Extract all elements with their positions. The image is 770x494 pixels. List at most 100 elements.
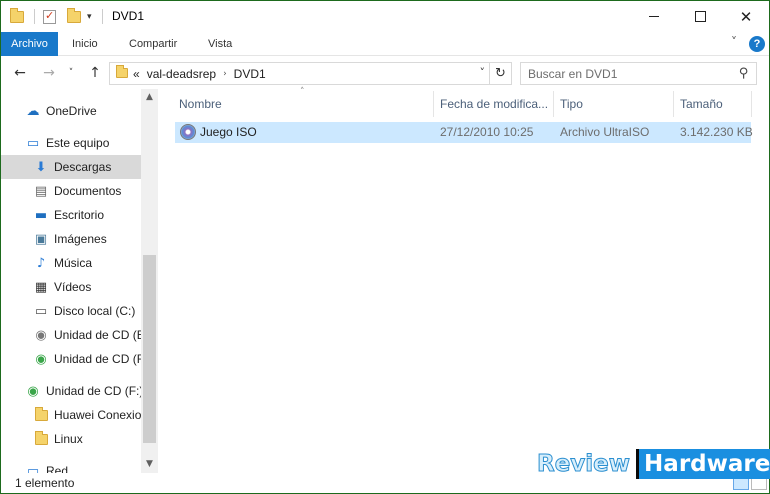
properties-icon[interactable] (43, 8, 56, 26)
sidebar-item-descargas[interactable]: ⬇ Descargas (1, 155, 141, 179)
tab-vista[interactable]: Vista (198, 32, 242, 56)
sidebar-item-cd-e[interactable]: ◉ Unidad de CD (E (1, 323, 141, 347)
search-icon[interactable]: ⚲ (739, 66, 749, 81)
address-dropdown-icon[interactable]: ˅ (480, 66, 486, 79)
watermark-hardware: Hardware (636, 449, 770, 479)
sidebar-item-imagenes[interactable]: ▣ Imágenes (1, 227, 141, 251)
expand-ribbon-icon[interactable]: ˅ (731, 35, 737, 49)
table-row[interactable]: Juego ISO 27/12/2010 10:25 Archivo Ultra… (175, 122, 753, 143)
column-header-date[interactable]: Fecha de modifica... (434, 89, 552, 119)
sidebar-item-linux[interactable]: Linux (1, 427, 141, 451)
file-list: Nombre ˄ Fecha de modifica... Tipo Tamañ… (167, 87, 769, 473)
customize-quick-access-icon[interactable]: ▾ (87, 8, 92, 26)
downloads-icon: ⬇ (35, 159, 47, 175)
sidebar-item-label: Documentos (54, 184, 122, 198)
sidebar-item-label: Imágenes (54, 232, 107, 246)
address-bar[interactable]: « val-deadsrep › DVD1 ˅ ↻ (109, 62, 512, 85)
scroll-down-icon[interactable]: ▼ (141, 456, 158, 473)
tab-inicio[interactable]: Inicio (62, 32, 108, 56)
sidebar-item-label: OneDrive (46, 104, 97, 118)
quick-access-separator (34, 9, 35, 24)
column-label: Tipo (560, 97, 583, 111)
sidebar-item-escritorio[interactable]: ▬ Escritorio (1, 203, 141, 227)
sidebar-item-disco-local[interactable]: ▭ Disco local (C:) (1, 299, 141, 323)
sidebar-item-label: Unidad de CD (F (54, 352, 141, 366)
sidebar-item-label: Música (54, 256, 93, 270)
sidebar-item-red[interactable]: ▭ Red (1, 459, 141, 474)
sidebar-item-label: Vídeos (54, 280, 92, 294)
title-separator (102, 9, 103, 24)
scrollbar-thumb[interactable] (143, 255, 156, 443)
new-folder-icon[interactable] (67, 8, 81, 26)
cd-drive-green-icon: ◉ (27, 383, 39, 399)
column-header-type[interactable]: Tipo (554, 89, 672, 119)
sidebar-item-cd-f[interactable]: ◉ Unidad de CD (F (1, 347, 141, 371)
file-date: 27/12/2010 10:25 (440, 125, 534, 139)
cd-drive-green-icon: ◉ (35, 351, 47, 367)
computer-icon: ▭ (26, 135, 40, 151)
column-label: Fecha de modifica... (440, 97, 549, 111)
title-bar: ▾ DVD1 ✕ (1, 1, 769, 32)
navpane-scrollbar[interactable]: ▲ ▼ (141, 89, 158, 473)
videos-icon: ▦ (34, 279, 48, 295)
pictures-icon: ▣ (34, 231, 48, 247)
tab-archivo[interactable]: Archivo (1, 32, 58, 56)
address-folder-icon (116, 65, 128, 78)
sidebar-item-label: Unidad de CD (E (54, 328, 141, 342)
navigation-pane: ☁ OneDrive ▭ Este equipo ⬇ Descargas ▤ D… (1, 89, 158, 473)
forward-button[interactable]: → (39, 63, 59, 83)
sidebar-item-este-equipo[interactable]: ▭ Este equipo (1, 131, 141, 155)
ultraiso-disc-icon (180, 124, 196, 140)
quick-access-folder-icon[interactable] (10, 8, 24, 26)
item-count: 1 elemento (15, 476, 75, 490)
folder-icon (33, 406, 49, 423)
file-name: Juego ISO (200, 125, 257, 139)
maximize-button[interactable] (677, 1, 723, 32)
sidebar-item-documentos[interactable]: ▤ Documentos (1, 179, 141, 203)
breadcrumb: « val-deadsrep › DVD1 (133, 67, 266, 81)
up-button[interactable]: ↑ (85, 63, 105, 83)
sidebar-item-label: Red (46, 464, 69, 473)
window-title: DVD1 (112, 9, 145, 23)
watermark-review: Review (536, 451, 631, 478)
column-header-size[interactable]: Tamaño (674, 89, 750, 119)
sidebar-item-label: Este equipo (46, 136, 110, 150)
folder-icon (33, 430, 49, 447)
scroll-up-icon[interactable]: ▲ (141, 89, 158, 106)
sidebar-item-onedrive[interactable]: ☁ OneDrive (1, 99, 141, 123)
sidebar-item-label: Unidad de CD (F:) (46, 384, 141, 398)
sidebar-item-label: Descargas (54, 160, 112, 174)
hard-drive-icon: ▭ (34, 303, 48, 319)
file-type: Archivo UltraISO (560, 125, 650, 139)
sidebar-item-label: Disco local (C:) (54, 304, 136, 318)
tab-compartir[interactable]: Compartir (119, 32, 187, 56)
back-button[interactable]: ← (10, 63, 30, 83)
help-icon[interactable]: ? (749, 36, 765, 52)
onedrive-icon: ☁ (26, 103, 40, 119)
breadcrumb-item[interactable]: val-deadsrep (147, 67, 216, 81)
sidebar-item-musica[interactable]: ♪ Música (1, 251, 141, 275)
column-label: Nombre (179, 97, 222, 111)
search-input[interactable]: Buscar en DVD1 ⚲ (520, 62, 757, 85)
breadcrumb-chevron-icon[interactable]: › (223, 69, 227, 79)
desktop-icon: ▬ (34, 207, 48, 223)
navigation-bar: ← → ˅ ↑ « val-deadsrep › DVD1 ˅ ↻ Buscar… (1, 57, 769, 89)
watermark-logo: Review Hardware (536, 447, 770, 481)
sidebar-item-cd-f-root[interactable]: ◉ Unidad de CD (F:) (1, 379, 141, 403)
documents-icon: ▤ (34, 183, 48, 199)
breadcrumb-item[interactable]: DVD1 (234, 67, 266, 81)
sort-ascending-icon: ˄ (300, 87, 305, 97)
sidebar-item-label: Linux (54, 432, 83, 446)
network-icon: ▭ (26, 463, 40, 474)
column-divider[interactable] (751, 91, 752, 117)
refresh-button[interactable]: ↻ (489, 63, 511, 84)
breadcrumb-overflow[interactable]: « (133, 67, 140, 81)
minimize-button[interactable] (631, 1, 677, 32)
close-button[interactable]: ✕ (723, 1, 769, 32)
music-icon: ♪ (36, 255, 46, 271)
sidebar-item-videos[interactable]: ▦ Vídeos (1, 275, 141, 299)
sidebar-item-huawei[interactable]: Huawei Conexio (1, 403, 141, 427)
recent-locations-button[interactable]: ˅ (61, 63, 81, 83)
sidebar-item-label: Huawei Conexio (54, 408, 141, 422)
explorer-window: ▾ DVD1 ✕ Archivo Inicio Compartir Vista … (0, 0, 770, 494)
